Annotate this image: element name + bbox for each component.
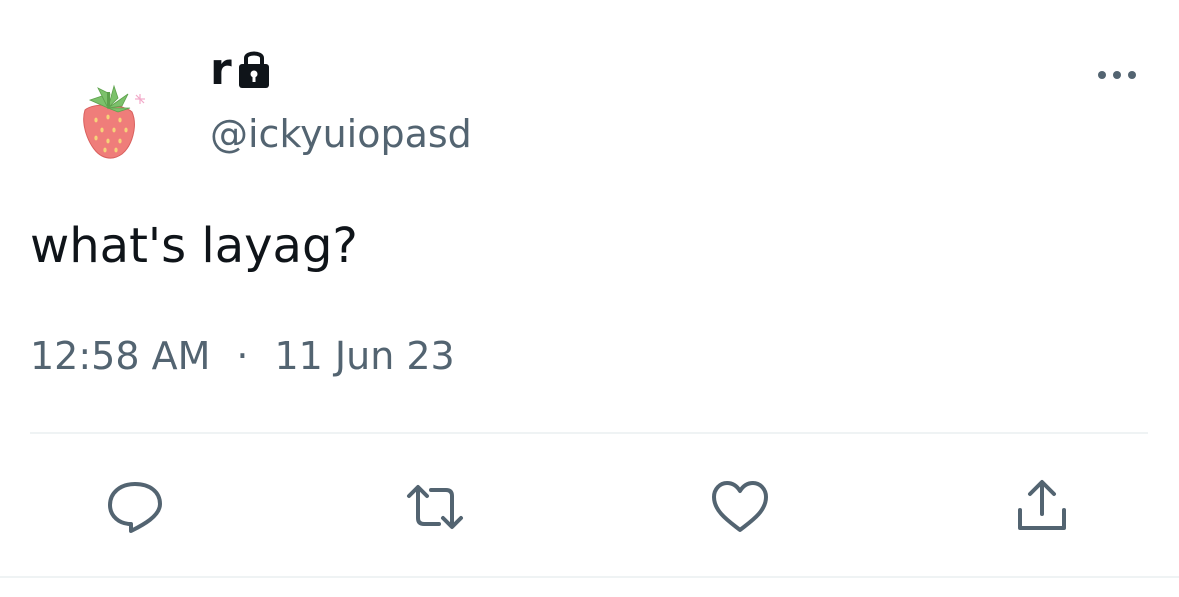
like-button[interactable] (710, 478, 770, 536)
more-icon[interactable] (1092, 62, 1142, 88)
strawberry-avatar-icon (83, 84, 145, 159)
retweet-button[interactable] (405, 478, 465, 536)
share-button[interactable] (1012, 478, 1072, 536)
bottom-divider (0, 576, 1179, 578)
reply-icon (108, 482, 162, 533)
reply-button[interactable] (105, 478, 165, 536)
tweet-text: what's layag? (30, 218, 358, 274)
divider (30, 432, 1148, 434)
avatar[interactable] (60, 70, 160, 170)
share-icon (1018, 480, 1066, 530)
display-name-row[interactable]: r (210, 40, 272, 100)
retweet-icon (407, 485, 463, 529)
user-handle[interactable]: @ickyuiopasd (210, 112, 472, 158)
lock-icon (236, 46, 272, 90)
meta-separator: · (236, 334, 249, 378)
display-name[interactable]: r (210, 48, 232, 92)
tweet-time[interactable]: 12:58 AM (30, 334, 210, 380)
heart-icon (712, 481, 768, 532)
tweet: r @ickyuiopasd what's layag? 12:58 AM · … (0, 0, 1179, 597)
tweet-metadata: 12:58 AM · 11 Jun 23 (30, 334, 455, 380)
tweet-date[interactable]: 11 Jun 23 (274, 334, 454, 380)
